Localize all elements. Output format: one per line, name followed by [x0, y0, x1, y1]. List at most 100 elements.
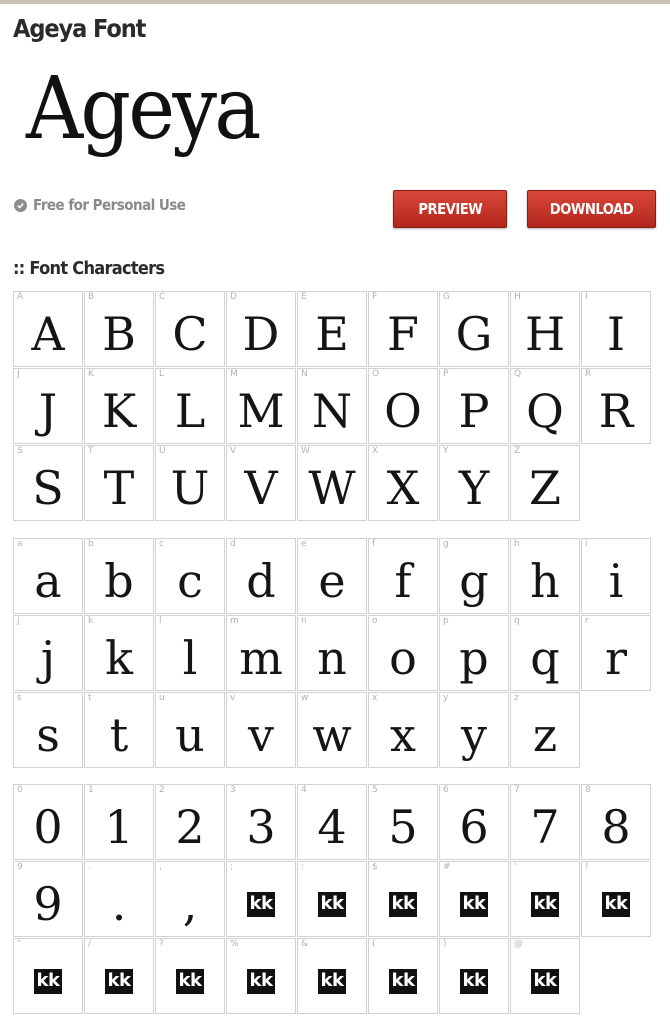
character-key-label: k: [88, 616, 94, 626]
character-key-label: q: [514, 616, 520, 626]
character-cell: BB: [84, 291, 154, 367]
character-key-label: S: [17, 446, 23, 456]
character-key-label: %: [230, 939, 239, 949]
character-cell: JJ: [13, 368, 83, 444]
glyph-text: f: [394, 554, 412, 608]
character-glyph: v: [227, 703, 295, 767]
character-glyph: 0: [14, 795, 82, 859]
character-key-label: ,: [159, 862, 162, 872]
glyph-text: o: [389, 631, 417, 685]
character-cell: mm: [226, 615, 296, 691]
character-glyph: Y: [440, 456, 508, 520]
glyph-text: J: [38, 384, 58, 438]
glyph-text: b: [104, 554, 134, 608]
character-glyph: R: [582, 379, 650, 443]
character-key-label: T: [88, 446, 94, 456]
character-glyph: X: [369, 456, 437, 520]
glyph-text: 5: [388, 800, 418, 854]
character-glyph: kk: [369, 949, 437, 1013]
character-glyph: p: [440, 626, 508, 690]
glyph-text: T: [103, 461, 135, 515]
character-cell: / kk: [84, 938, 154, 1014]
glyph-text: Z: [529, 461, 561, 515]
character-key-label: A: [17, 292, 24, 302]
character-cell: KK: [84, 368, 154, 444]
character-glyph: J: [14, 379, 82, 443]
character-key-label: w: [301, 693, 309, 703]
character-key-label: /: [88, 939, 92, 949]
glyph-text: 9: [33, 877, 63, 931]
character-glyph: D: [227, 302, 295, 366]
glyph-text: p: [459, 631, 489, 685]
character-key-label: s: [17, 693, 22, 703]
character-glyph: 3: [227, 795, 295, 859]
character-glyph: d: [227, 549, 295, 613]
glyph-text: U: [170, 461, 210, 515]
character-key-label: c: [159, 539, 164, 549]
glyph-text: N: [311, 384, 353, 438]
check-circle-icon: [14, 198, 27, 212]
character-glyph: C: [156, 302, 224, 366]
character-glyph: kk: [14, 949, 82, 1013]
character-glyph: i: [582, 549, 650, 613]
character-glyph: H: [511, 302, 579, 366]
character-key-label: O: [372, 369, 380, 379]
character-glyph: kk: [369, 872, 437, 936]
character-glyph: W: [298, 456, 366, 520]
character-cell: ee: [297, 538, 367, 614]
glyph-text: i: [608, 554, 624, 608]
character-glyph: kk: [227, 872, 295, 936]
character-key-label: Z: [514, 446, 521, 456]
preview-button[interactable]: PREVIEW: [393, 190, 507, 228]
character-key-label: ;: [230, 862, 234, 872]
glyph-text: Q: [526, 384, 564, 438]
character-cell: bb: [84, 538, 154, 614]
glyph-text: u: [175, 708, 205, 762]
character-glyph: t: [85, 703, 153, 767]
character-glyph: S: [14, 456, 82, 520]
character-key-label: 1: [88, 785, 94, 795]
character-key-label: b: [88, 539, 94, 549]
character-cell: UU: [155, 445, 225, 521]
glyph-text: D: [242, 307, 280, 361]
character-cell: 77: [510, 784, 580, 860]
character-key-label: l: [159, 616, 162, 626]
character-cell: vv: [226, 692, 296, 768]
glyph-text: F: [387, 307, 419, 361]
character-cell: ..: [84, 861, 154, 937]
character-cell: LL: [155, 368, 225, 444]
missing-glyph-placeholder: kk: [246, 968, 276, 994]
glyph-text: G: [455, 307, 493, 361]
glyph-text: j: [40, 631, 56, 685]
character-key-label: g: [443, 539, 449, 549]
character-glyph: kk: [440, 872, 508, 936]
character-key-label: i: [585, 539, 588, 549]
character-glyph: kk: [511, 872, 579, 936]
character-glyph: A: [14, 302, 82, 366]
character-glyph: P: [440, 379, 508, 443]
character-cell: ii: [581, 538, 651, 614]
character-cell: @ kk: [510, 938, 580, 1014]
character-glyph: F: [369, 302, 437, 366]
character-key-label: 9: [17, 862, 23, 872]
character-glyph: q: [511, 626, 579, 690]
glyph-text: n: [317, 631, 347, 685]
character-key-label: ": [17, 939, 22, 949]
character-glyph: f: [369, 549, 437, 613]
character-cell: ZZ: [510, 445, 580, 521]
character-glyph: U: [156, 456, 224, 520]
glyph-text: e: [318, 554, 346, 608]
character-cell: EE: [297, 291, 367, 367]
character-cell: xx: [368, 692, 438, 768]
glyph-text: g: [459, 554, 489, 608]
top-border: [0, 0, 670, 4]
character-key-label: 5: [372, 785, 378, 795]
character-key-label: K: [88, 369, 94, 379]
character-glyph: kk: [582, 872, 650, 936]
font-characters-heading: :: Font Characters: [13, 258, 165, 279]
download-button[interactable]: DOWNLOAD: [527, 190, 656, 228]
character-cell: # kk: [439, 861, 509, 937]
character-cell: 44: [297, 784, 367, 860]
character-cell: GG: [439, 291, 509, 367]
character-key-label: C: [159, 292, 166, 302]
